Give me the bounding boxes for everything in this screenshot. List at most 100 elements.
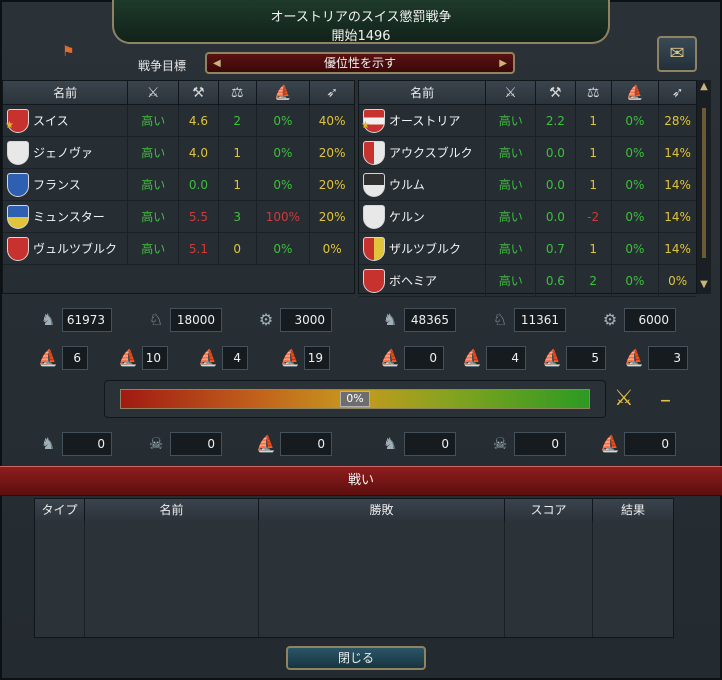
table-row[interactable]: ジェノヴァ 高い 4.0 1 0% 20% [3, 137, 354, 169]
infantry-icon: ♞ [40, 310, 56, 329]
cell: 1 [219, 169, 257, 200]
war-start-date: 開始1496 [331, 29, 391, 44]
country-name: ジェノヴァ [33, 146, 94, 160]
table-row[interactable]: ケルン 高い 0.0 -2 0% 14% [359, 201, 696, 233]
minus-icon[interactable]: – [660, 388, 671, 413]
table-row[interactable]: アウクスブルク 高い 0.0 1 0% 14% [359, 137, 696, 169]
attacker-artillery: ⚙ 3000 [252, 306, 332, 334]
cell: 高い [486, 137, 537, 168]
attacker-cavalry: ♘ 18000 [142, 306, 222, 334]
shield-icon [363, 237, 385, 261]
defender-heavy-ships: ⛵ 0 [376, 344, 444, 372]
cell: 0.6 [536, 265, 576, 296]
cavalry-icon: ♘ [492, 310, 508, 329]
shield-icon [363, 141, 385, 165]
cell: 1 [576, 169, 612, 200]
musket-icon: ➶ [671, 85, 684, 101]
cell: 14% [664, 210, 691, 224]
cell: 28% [664, 114, 691, 128]
shield-icon [7, 173, 29, 197]
cell: 高い [128, 105, 180, 136]
battles-banner: 戦い [0, 466, 722, 496]
column-outcome[interactable]: 結果 [593, 499, 673, 521]
cell: 4.6 [179, 105, 219, 136]
attacker-ship-losses: ⛵ 0 [252, 430, 332, 458]
column-name[interactable]: 名前 [85, 499, 259, 521]
cell: 20% [318, 178, 346, 192]
shield-icon [363, 269, 385, 293]
heavy-ship-icon: ⛵ [380, 348, 400, 367]
cell: 14% [664, 146, 691, 160]
close-button[interactable]: 閉じる [286, 646, 426, 670]
cell: 0% [612, 201, 660, 232]
infantry-icon: ♞ [40, 434, 56, 453]
defender-infantry-losses: ♞ 0 [376, 430, 456, 458]
column-type[interactable]: タイプ [35, 499, 85, 521]
attacker-table: 名前 ⚔ ⚒ ⚖ ⛵ ➶ ★ スイス 高い 4.6 2 0% 40% ジェノヴァ… [2, 80, 355, 294]
battles-table-header: タイプ 名前 勝敗 スコア 結果 [35, 499, 673, 521]
defender-infantry: ♞ 48365 [376, 306, 456, 334]
crossed-swords-icon[interactable]: ⚔ [614, 386, 634, 411]
cell: 0% [668, 274, 688, 288]
table-row[interactable]: ★ スイス 高い 4.6 2 0% 40% [3, 105, 354, 137]
cell: 0.0 [179, 169, 219, 200]
cell: 1 [219, 137, 257, 168]
column-result[interactable]: 勝敗 [259, 499, 505, 521]
map-button[interactable]: ✉ [657, 36, 697, 72]
table-row[interactable]: ボヘミア 高い 0.6 2 0% 0% [359, 265, 696, 297]
country-name: ザルツブルク [389, 242, 462, 256]
cell: 0.0 [536, 169, 576, 200]
warscore-value: 0% [340, 391, 370, 407]
defender-cavalry-losses: ☠ 0 [486, 430, 566, 458]
scroll-down-icon[interactable]: ▼ [699, 280, 709, 290]
cannon-icon: ⚙ [258, 310, 274, 329]
cell: 高い [486, 265, 537, 296]
table-row[interactable]: ザルツブルク 高い 0.7 1 0% 14% [359, 233, 696, 265]
ship-icon: ⛵ [257, 81, 311, 104]
table-row[interactable]: フランス 高い 0.0 1 0% 20% [3, 169, 354, 201]
cell: 0% [612, 233, 660, 264]
cell: 高い [128, 169, 180, 200]
war-goal-label: 戦争目標 [138, 59, 187, 73]
cannon-icon: ⚙ [602, 310, 618, 329]
table-row[interactable]: ウルム 高い 0.0 1 0% 14% [359, 169, 696, 201]
scroll-map-icon: ✉ [669, 43, 685, 64]
transport-icon: ⛵ [280, 348, 300, 367]
defender-galleys: ⛵ 5 [538, 344, 606, 372]
cell: 2.2 [536, 105, 576, 136]
cell: 高い [128, 137, 180, 168]
table-row[interactable]: ヴュルツブルク 高い 5.1 0 0% 0% [3, 233, 354, 265]
chevron-right-icon: ▶ [499, 58, 507, 69]
skull-icon: ☠ [148, 434, 164, 453]
table-row[interactable]: ★ オーストリア 高い 2.2 1 0% 28% [359, 105, 696, 137]
table-row[interactable]: ミュンスター 高い 5.5 3 100% 20% [3, 201, 354, 233]
defender-scrollbar[interactable]: ▲ ▼ [697, 80, 711, 294]
attacker-infantry: ♞ 61973 [34, 306, 112, 334]
crossed-axes-icon: ⚒ [179, 81, 219, 104]
country-name: ボヘミア [389, 274, 438, 288]
scroll-up-icon[interactable]: ▲ [699, 82, 709, 92]
cell: 40% [318, 114, 346, 128]
crossed-swords-icon: ⚔ [128, 81, 179, 104]
cell: 0% [612, 169, 660, 200]
column-score[interactable]: スコア [505, 499, 593, 521]
cell: 1 [576, 105, 612, 136]
crossed-axes-icon: ⚒ [536, 81, 576, 104]
skull-icon: ☠ [492, 434, 508, 453]
cell: 0% [612, 265, 660, 296]
cell: 5.1 [179, 233, 219, 264]
cell: 高い [486, 169, 537, 200]
war-goal-box[interactable]: ◀ 優位性を示す ▶ [205, 52, 515, 74]
cell: 20% [318, 146, 346, 160]
scales-icon: ⚖ [219, 81, 257, 104]
cell: 高い [486, 233, 537, 264]
cell: 0% [322, 242, 342, 256]
attacker-rows: ★ スイス 高い 4.6 2 0% 40% ジェノヴァ 高い 4.0 1 0% … [3, 105, 354, 265]
attacker-light-ships: ⛵ 10 [114, 344, 168, 372]
scroll-track[interactable] [702, 108, 706, 258]
battles-table-body [35, 521, 673, 637]
infantry-icon: ♞ [382, 434, 398, 453]
attacker-infantry-losses: ♞ 0 [34, 430, 112, 458]
ship-icon: ⛵ [256, 434, 276, 453]
scales-icon: ⚖ [576, 81, 612, 104]
